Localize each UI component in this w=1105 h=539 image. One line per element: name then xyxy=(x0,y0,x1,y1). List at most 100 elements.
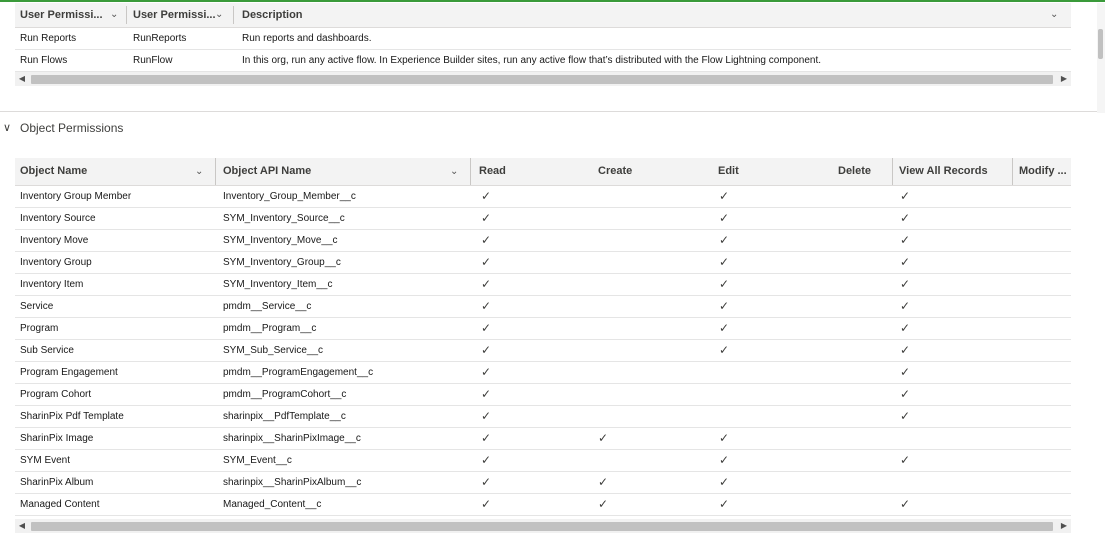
column-divider[interactable] xyxy=(233,6,234,24)
table-row[interactable]: Program Cohort pmdm__ProgramCohort__c ✓ ✓ xyxy=(15,384,1071,406)
table-row[interactable]: Inventory Source SYM_Inventory_Source__c ✓… xyxy=(15,208,1071,230)
checkmark-icon: ✓ xyxy=(719,277,730,291)
horizontal-scrollbar[interactable]: ◀ ▶ xyxy=(15,519,1071,533)
checkmark-icon: ✓ xyxy=(598,497,609,511)
column-header-object-api-name[interactable]: Object API Name ⌄ xyxy=(223,158,463,185)
chevron-down-icon[interactable]: ⌄ xyxy=(110,3,118,27)
checkmark-icon: ✓ xyxy=(900,497,911,511)
checkmark-icon: ✓ xyxy=(598,475,609,489)
column-header-label: User Permissi... xyxy=(133,9,216,21)
column-header-delete[interactable]: Delete xyxy=(838,158,871,185)
object-api-name: pmdm__ProgramEngagement__c xyxy=(223,367,374,378)
column-header-object-name[interactable]: Object Name ⌄ xyxy=(20,158,210,185)
checkmark-icon: ✓ xyxy=(719,233,730,247)
column-header-user-permission-api[interactable]: User Permissi... ⌄ xyxy=(133,3,231,27)
column-header-modify-all[interactable]: Modify ... xyxy=(1019,158,1067,185)
chevron-down-icon[interactable]: ⌄ xyxy=(1050,3,1058,27)
checkmark-icon: ✓ xyxy=(481,189,492,203)
column-header-edit[interactable]: Edit xyxy=(718,158,739,185)
checkmark-icon: ✓ xyxy=(900,211,911,225)
chevron-down-icon[interactable]: ⌄ xyxy=(450,158,458,185)
table-row[interactable]: SYM Event SYM_Event__c ✓ ✓ ✓ xyxy=(15,450,1071,472)
table-row[interactable]: Run Flows RunFlow In this org, run any a… xyxy=(15,50,1071,72)
scrollbar-thumb[interactable] xyxy=(31,75,1053,84)
column-header-read[interactable]: Read xyxy=(479,158,506,185)
checkmark-icon: ✓ xyxy=(481,233,492,247)
checkmark-icon: ✓ xyxy=(481,321,492,335)
checkmark-icon: ✓ xyxy=(719,189,730,203)
scroll-right-arrow-icon[interactable]: ▶ xyxy=(1057,72,1071,86)
object-name: Program xyxy=(20,323,59,334)
object-name: Inventory Group xyxy=(20,257,92,268)
object-api-name: SYM_Sub_Service__c xyxy=(223,345,324,356)
column-divider[interactable] xyxy=(892,158,893,185)
checkmark-icon: ✓ xyxy=(481,497,492,511)
object-name: Inventory Group Member xyxy=(20,191,132,202)
user-permissions-table: User Permissi... ⌄ User Permissi... ⌄ De… xyxy=(15,3,1071,72)
section-title: Object Permissions xyxy=(20,121,124,135)
table-row[interactable]: Program pmdm__Program__c ✓ ✓ ✓ xyxy=(15,318,1071,340)
table-row[interactable]: Inventory Move SYM_Inventory_Move__c ✓ ✓ ✓ xyxy=(15,230,1071,252)
vertical-scrollbar[interactable] xyxy=(1097,3,1105,113)
object-api-name: Inventory_Group_Member__c xyxy=(223,191,356,202)
checkmark-icon: ✓ xyxy=(481,255,492,269)
checkmark-icon: ✓ xyxy=(481,343,492,357)
scrollbar-thumb[interactable] xyxy=(1098,29,1103,59)
table-row[interactable]: Sub Service SYM_Sub_Service__c ✓ ✓ ✓ xyxy=(15,340,1071,362)
checkmark-icon: ✓ xyxy=(481,365,492,379)
column-divider[interactable] xyxy=(126,6,127,24)
scroll-right-arrow-icon[interactable]: ▶ xyxy=(1057,519,1071,533)
table-row[interactable]: SharinPix Image sharinpix__SharinPixImage… xyxy=(15,428,1071,450)
column-header-user-permission-name[interactable]: User Permissi... ⌄ xyxy=(20,3,125,27)
checkmark-icon: ✓ xyxy=(719,475,730,489)
permission-name: Run Reports xyxy=(20,33,77,44)
column-header-label: User Permissi... xyxy=(20,9,103,21)
table-row[interactable]: Service pmdm__Service__c ✓ ✓ ✓ xyxy=(15,296,1071,318)
object-api-name: SYM_Inventory_Item__c xyxy=(223,279,333,290)
object-api-name: Managed_Content__c xyxy=(223,499,322,510)
object-api-name: sharinpix__SharinPixAlbum__c xyxy=(223,477,362,488)
table-row[interactable]: Managed Content Managed_Content__c ✓ ✓ ✓ ✓ xyxy=(15,494,1071,516)
table-row[interactable]: Program Engagement pmdm__ProgramEngagemen… xyxy=(15,362,1071,384)
table-row[interactable]: Run Reports RunReports Run reports and d… xyxy=(15,28,1071,50)
checkmark-icon: ✓ xyxy=(481,431,492,445)
object-api-name: pmdm__Program__c xyxy=(223,323,317,334)
chevron-down-icon[interactable]: ⌄ xyxy=(215,3,223,27)
table-row[interactable]: SharinPix Album sharinpix__SharinPixAlbum… xyxy=(15,472,1071,494)
table-row[interactable]: Inventory Item SYM_Inventory_Item__c ✓ ✓ ✓ xyxy=(15,274,1071,296)
column-header-view-all-records[interactable]: View All Records xyxy=(899,158,988,185)
column-divider[interactable] xyxy=(1012,158,1013,185)
object-api-name: SYM_Inventory_Move__c xyxy=(223,235,338,246)
chevron-down-icon[interactable]: ∨ xyxy=(3,121,11,134)
object-name: Inventory Move xyxy=(20,235,89,246)
object-api-name: SYM_Event__c xyxy=(223,455,292,466)
object-name: SharinPix Pdf Template xyxy=(20,411,124,422)
object-permissions-header: Object Name ⌄ Object API Name ⌄ Read Cre… xyxy=(15,158,1071,186)
horizontal-scrollbar[interactable]: ◀ ▶ xyxy=(15,72,1071,86)
checkmark-icon: ✓ xyxy=(598,431,609,445)
scroll-left-arrow-icon[interactable]: ◀ xyxy=(15,519,29,533)
checkmark-icon: ✓ xyxy=(719,255,730,269)
checkmark-icon: ✓ xyxy=(481,211,492,225)
table-row[interactable]: Inventory Group Member Inventory_Group_Me… xyxy=(15,186,1071,208)
checkmark-icon: ✓ xyxy=(900,343,911,357)
top-accent-line xyxy=(0,0,1105,2)
table-row[interactable]: SharinPix Pdf Template sharinpix__PdfTemp… xyxy=(15,406,1071,428)
object-api-name: SYM_Inventory_Group__c xyxy=(223,257,341,268)
permission-api-name: RunReports xyxy=(133,33,187,44)
object-api-name: sharinpix__SharinPixImage__c xyxy=(223,433,361,444)
table-row[interactable]: Inventory Group SYM_Inventory_Group__c ✓ ✓ ✓ xyxy=(15,252,1071,274)
object-api-name: pmdm__ProgramCohort__c xyxy=(223,389,347,400)
column-header-create[interactable]: Create xyxy=(598,158,632,185)
object-name: Inventory Item xyxy=(20,279,84,290)
checkmark-icon: ✓ xyxy=(719,453,730,467)
scroll-left-arrow-icon[interactable]: ◀ xyxy=(15,72,29,86)
permission-description: Run reports and dashboards. xyxy=(242,33,372,44)
checkmark-icon: ✓ xyxy=(719,211,730,225)
column-divider[interactable] xyxy=(470,158,471,185)
column-header-description[interactable]: Description ⌄ xyxy=(242,3,1062,27)
scrollbar-thumb[interactable] xyxy=(31,522,1053,531)
object-api-name: pmdm__Service__c xyxy=(223,301,312,312)
chevron-down-icon[interactable]: ⌄ xyxy=(195,158,203,185)
column-divider[interactable] xyxy=(215,158,216,185)
